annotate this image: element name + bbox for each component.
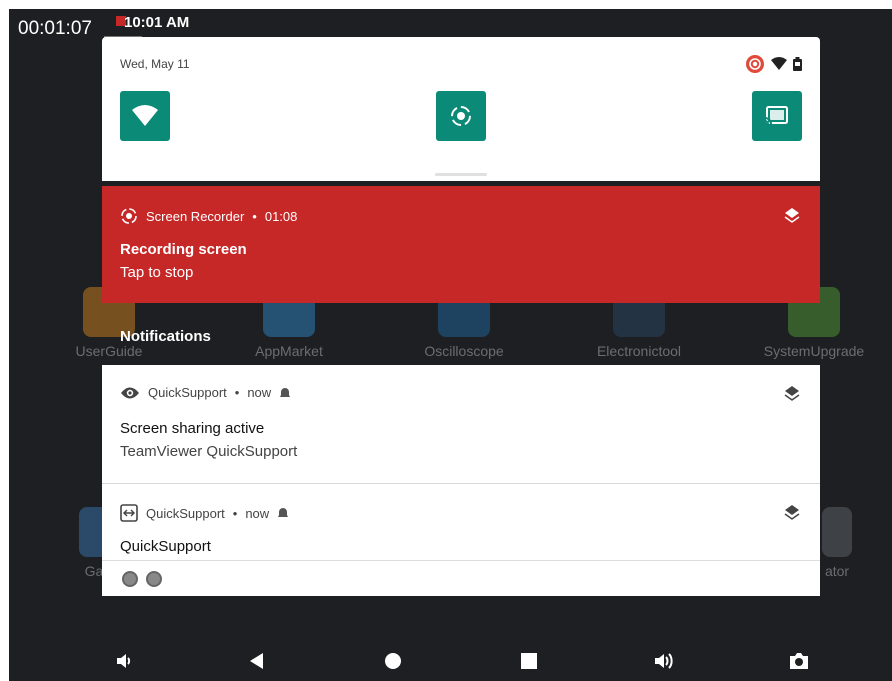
notification-header: QuickSupport • now [120, 504, 289, 522]
volume-down-icon [117, 654, 131, 668]
back-icon [250, 653, 263, 669]
app-name: QuickSupport [148, 385, 227, 400]
screenshot-button[interactable] [787, 649, 811, 673]
separator: • [234, 385, 240, 400]
home-button[interactable] [381, 649, 405, 673]
wifi-status-icon [771, 57, 787, 70]
notification-subtitle: Tap to stop [120, 264, 194, 281]
camera-icon [790, 653, 808, 669]
wifi-icon [132, 105, 158, 126]
expand-icon[interactable] [784, 207, 800, 223]
collapsed-notifications[interactable] [102, 560, 820, 596]
teamviewer-icon [120, 504, 138, 522]
elapsed-time: 01:08 [264, 208, 298, 224]
home-icon [385, 653, 401, 669]
navigation-bar [9, 629, 892, 681]
screen-record-icon [121, 208, 137, 224]
quicksupport-notification[interactable]: QuickSupport • now QuickSupport [102, 484, 820, 560]
status-clock: 10:01 AM [124, 14, 190, 31]
quick-settings-panel: Wed, May 11 [102, 37, 820, 181]
date-label: Wed, May 11 [120, 57, 190, 71]
volume-up-button[interactable] [652, 649, 676, 673]
volume-down-button[interactable] [112, 649, 136, 673]
drag-handle[interactable] [435, 173, 487, 176]
wifi-tile[interactable] [120, 91, 170, 141]
android-app-icon [122, 570, 138, 587]
timestamp: now [245, 505, 270, 521]
separator: • [252, 208, 257, 224]
volume-up-icon [655, 653, 673, 669]
notification-title: Screen sharing active [120, 420, 265, 437]
screen-record-tile[interactable] [436, 91, 486, 141]
home-app-partial-right[interactable]: ator [817, 507, 857, 579]
app-name: QuickSupport [146, 505, 225, 521]
android-app-icon [146, 570, 162, 587]
alert-bell-icon [280, 387, 291, 397]
cast-icon [764, 106, 788, 126]
recents-button[interactable] [517, 649, 541, 673]
notifications-header: Notifications [120, 328, 211, 345]
notification-subtitle: TeamViewer QuickSupport [120, 443, 298, 460]
screen-record-status-icon [746, 55, 764, 73]
alert-bell-icon [278, 508, 289, 517]
expand-icon[interactable] [784, 385, 800, 401]
screen-record-icon [451, 106, 471, 126]
notification-title: QuickSupport [120, 538, 211, 555]
app-name: Screen Recorder [146, 208, 245, 224]
back-button[interactable] [245, 649, 269, 673]
notification-title: Recording screen [120, 241, 247, 258]
eye-icon [121, 387, 139, 398]
notification-header: QuickSupport • now [120, 385, 291, 400]
notification-header: Screen Recorder • 01:08 [120, 207, 297, 225]
battery-icon [793, 57, 802, 71]
recents-icon [521, 653, 537, 669]
separator: • [232, 505, 238, 521]
recording-timer: 00:01:07 [18, 18, 92, 39]
status-icons [745, 54, 802, 74]
cast-tile[interactable] [752, 91, 802, 141]
timestamp: now [247, 385, 272, 400]
app-icon [822, 507, 852, 557]
quicksupport-sharing-notification[interactable]: QuickSupport • now Screen sharing active… [102, 365, 820, 483]
expand-icon[interactable] [784, 504, 800, 520]
screen-recorder-notification[interactable]: Screen Recorder • 01:08 Recording screen… [102, 186, 820, 303]
